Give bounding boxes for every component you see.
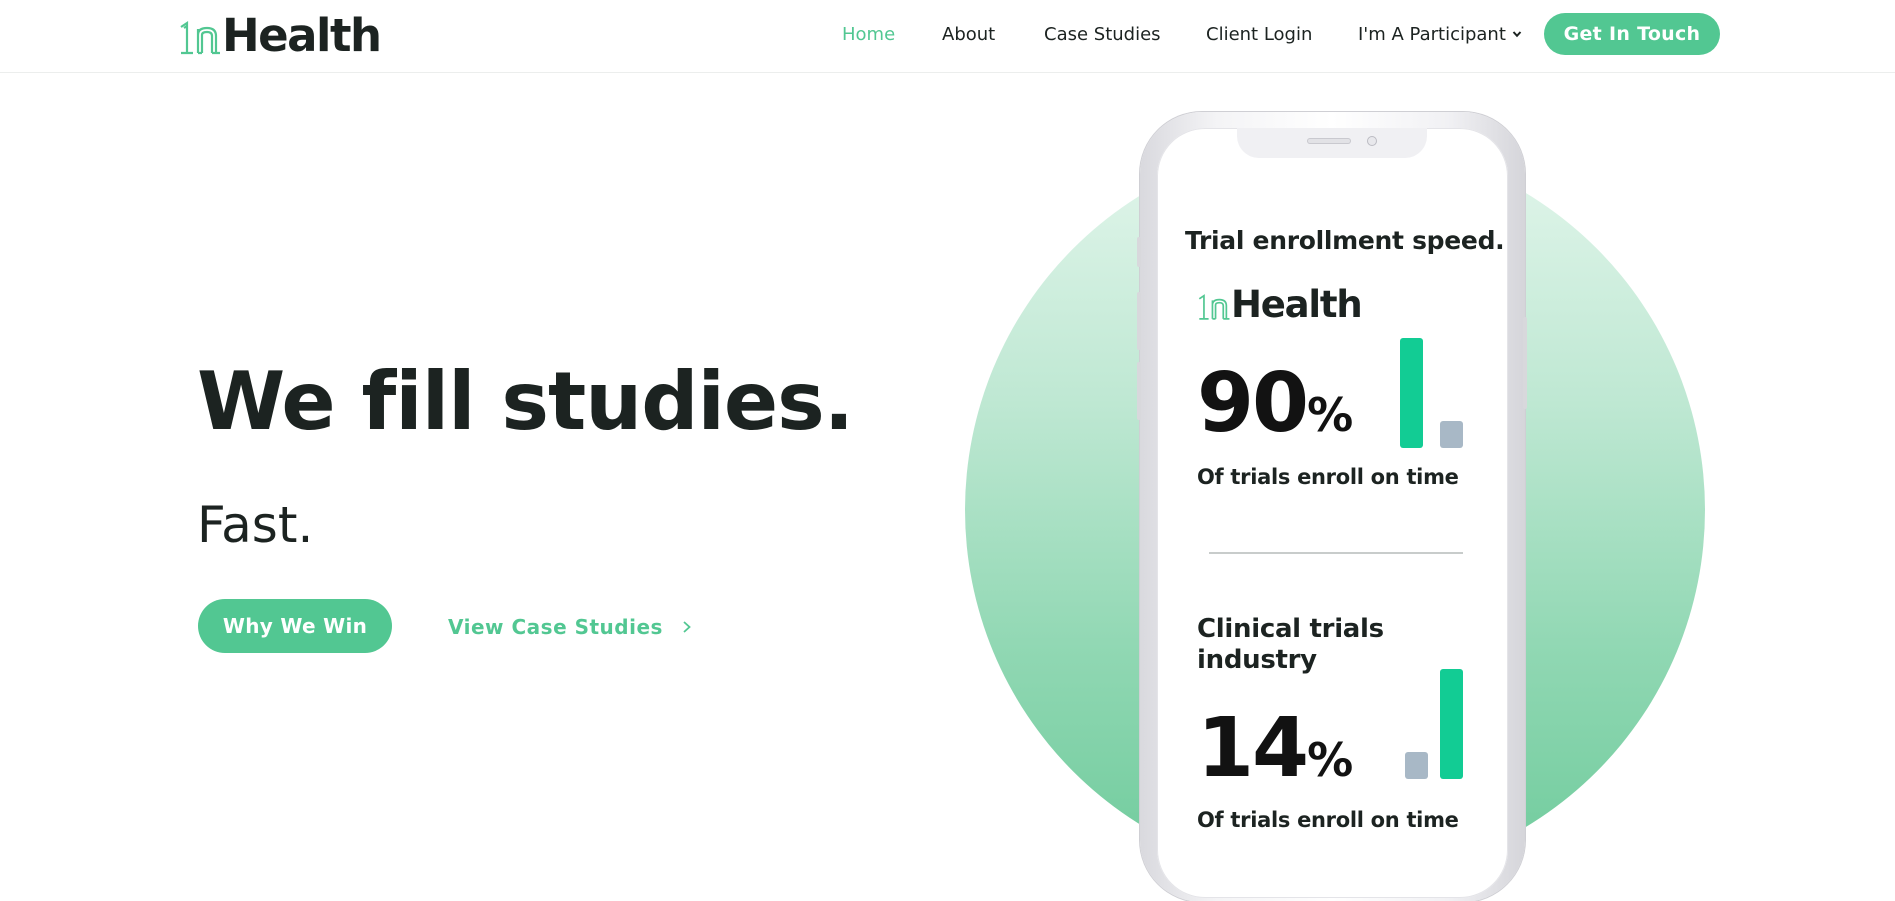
nav-item-about[interactable]: About [942, 0, 995, 68]
phone-power-button [1523, 317, 1527, 409]
screen-brand-logo: Health [1197, 283, 1363, 326]
screen-logo-text: Health [1231, 283, 1363, 326]
stat1-caption: Of trials enroll on time [1197, 465, 1459, 489]
stat1-value: 90 [1197, 356, 1309, 451]
view-case-studies-label: View Case Studies [448, 615, 663, 639]
stat1-unit: % [1307, 388, 1354, 442]
phone-mute-switch [1137, 237, 1141, 267]
site-header: Health Home About Case Studies Client Lo… [0, 0, 1895, 73]
logo-text: Health [222, 8, 382, 62]
logo-mark-icon [180, 20, 220, 55]
phone-screen: Trial enrollment speed. Health 90% Of tr… [1157, 128, 1508, 898]
stat1-value-wrap: 90% [1197, 363, 1353, 445]
stat1-industry-bar [1440, 421, 1463, 448]
nav-case-studies-link[interactable]: Case Studies [1044, 24, 1161, 45]
stat1-inhealth-bar [1400, 338, 1423, 448]
chevron-right-icon [683, 621, 691, 633]
stat2-value: 14 [1197, 701, 1309, 796]
nav-item-participant[interactable]: I'm A Participant [1358, 0, 1522, 68]
nav-item-case-studies[interactable]: Case Studies [1044, 0, 1161, 68]
why-we-win-button[interactable]: Why We Win [198, 599, 392, 653]
phone-mockup: Trial enrollment speed. Health 90% Of tr… [1137, 112, 1527, 901]
screen-title: Trial enrollment speed. [1185, 226, 1505, 255]
nav-client-login-link[interactable]: Client Login [1206, 24, 1312, 45]
phone-volume-up [1137, 292, 1141, 350]
phone-notch [1237, 128, 1427, 158]
camera-icon [1367, 136, 1377, 146]
phone-volume-down [1137, 362, 1141, 420]
chevron-down-icon[interactable] [1512, 29, 1522, 39]
stat2-value-wrap: 14% [1197, 708, 1353, 790]
logo-mark-icon [1198, 293, 1230, 320]
get-in-touch-button[interactable]: Get In Touch [1544, 13, 1720, 55]
nav-about-link[interactable]: About [942, 24, 995, 45]
brand-logo[interactable]: Health [178, 8, 382, 62]
hero-subtitle: Fast. [197, 496, 314, 554]
industry-heading-line2: industry [1197, 645, 1317, 676]
nav-home-link[interactable]: Home [842, 24, 895, 45]
nav-item-client-login[interactable]: Client Login [1206, 0, 1312, 68]
hero-title: We fill studies. [197, 355, 854, 448]
industry-heading: Clinical trials industry [1197, 614, 1384, 676]
speaker-icon [1307, 138, 1351, 144]
nav-item-home[interactable]: Home [842, 0, 895, 68]
nav-participant-link[interactable]: I'm A Participant [1358, 24, 1506, 45]
stat2-industry-bar [1405, 752, 1428, 779]
view-case-studies-link[interactable]: View Case Studies [448, 612, 693, 642]
industry-heading-line1: Clinical trials [1197, 614, 1384, 644]
stat2-inhealth-bar [1440, 669, 1463, 779]
stat2-unit: % [1307, 733, 1354, 787]
stats-divider [1209, 552, 1463, 554]
stat2-caption: Of trials enroll on time [1197, 808, 1459, 832]
